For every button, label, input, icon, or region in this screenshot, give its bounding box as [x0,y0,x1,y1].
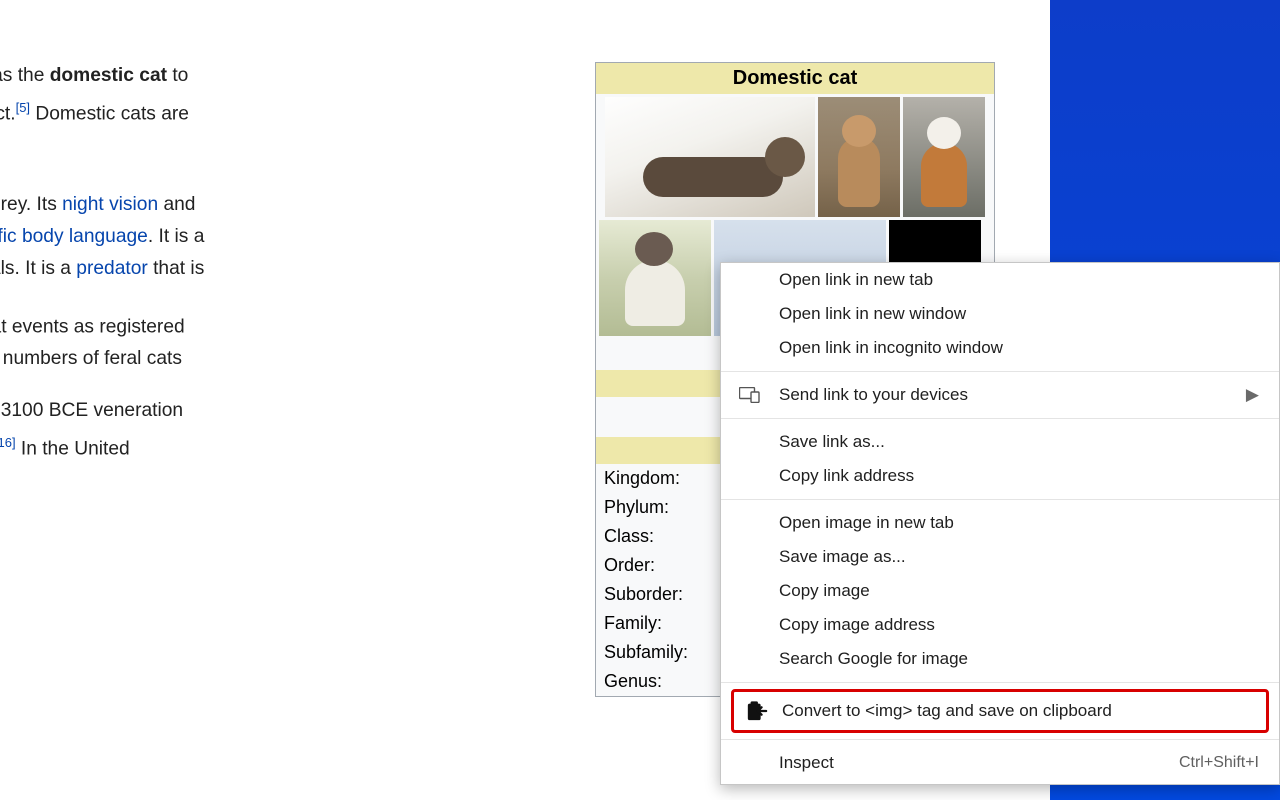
ctx-label: Save link as... [779,432,885,452]
ctx-open-image-new-tab[interactable]: Open image in new tab [721,506,1279,540]
ctx-label: Open link in new tab [779,270,933,290]
article-paragraph-2: actable claws adapted to killing small p… [0,189,570,285]
ctx-label: Inspect [779,753,834,773]
article-paragraph-1: family Felidae and is often referred to … [0,60,570,169]
ctx-label: Open image in new tab [779,513,954,533]
cat-body-shape [838,137,880,207]
ctx-save-image-as[interactable]: Save image as... [721,540,1279,574]
ctx-inspect[interactable]: Inspect Ctrl+Shift+I [721,746,1279,780]
ref-16[interactable]: [16] [0,435,16,450]
text: . It is a [148,226,205,247]
extension-clipboard-icon [746,701,768,721]
ctx-label: Copy image address [779,615,935,635]
ctx-open-link-new-window[interactable]: Open link in new window [721,297,1279,331]
infobox-image-tabby[interactable] [605,97,815,217]
ctx-label: Search Google for image [779,649,968,669]
classif-key: Family: [604,613,714,634]
ctx-copy-link-address[interactable]: Copy link address [721,459,1279,493]
ctx-separator [721,739,1279,740]
ctx-label: Open link in incognito window [779,338,1003,358]
ctx-separator [721,682,1279,683]
chevron-right-icon: ▶ [1246,385,1259,405]
classif-key: Phylum: [604,497,714,518]
link-body-language[interactable]: cat-specific body language [0,226,148,247]
ctx-open-link-new-tab[interactable]: Open link in new tab [721,263,1279,297]
cat-head-shape [635,232,673,266]
cat-head-shape [765,137,805,177]
ctx-send-to-devices[interactable]: Send link to your devices ▶ [721,378,1279,412]
infobox-image-siamese[interactable] [599,220,711,336]
text: Domestic cats are bred and shown at even… [0,316,185,337]
ctx-shortcut: Ctrl+Shift+I [1179,754,1259,772]
classif-key: Class: [604,526,714,547]
cat-body-shape [625,260,685,326]
cat-body-shape [643,157,783,197]
devices-icon [739,385,761,405]
text: and other small mammals. It is a [0,258,76,279]
infobox-image-abyssinian[interactable] [818,97,900,217]
cat-head-shape [842,115,876,147]
ctx-highlighted-item: Convert to <img> tag and save on clipboa… [731,689,1269,733]
text: Domestic cats are [30,103,189,124]
page-root: family Felidae and is often referred to … [0,0,1280,800]
ctx-label: Send link to your devices [779,385,968,405]
infobox-image-row1 [596,94,994,220]
ctx-label: Convert to <img> tag and save on clipboa… [782,701,1112,721]
context-menu: Open link in new tab Open link in new wi… [720,262,1280,785]
classif-key: Genus: [604,671,714,692]
ctx-copy-image[interactable]: Copy image [721,574,1279,608]
text: to [167,65,188,86]
ref-5[interactable]: [5] [16,100,30,115]
article-paragraph-3: [9] Domestic cats are bred and shown at … [0,305,570,375]
ctx-label: Copy image [779,581,870,601]
text: , as since around 3100 BCE veneration [0,400,183,421]
ctx-search-google-image[interactable]: Search Google for image [721,642,1279,676]
infobox-image-orange-white[interactable] [903,97,985,217]
ctx-label: Copy link address [779,466,914,486]
ctx-label: Save image as... [779,547,906,567]
link-night-vision[interactable]: night vision [62,194,158,215]
bold-domestic-cat: domestic cat [50,65,167,86]
ctx-separator [721,418,1279,419]
ctx-separator [721,371,1279,372]
ctx-copy-image-address[interactable]: Copy image address [721,608,1279,642]
text: and [158,194,195,215]
text: In the United [16,439,130,460]
classif-key: Subfamily: [604,642,714,663]
classif-key: Order: [604,555,714,576]
link-predator[interactable]: predator [76,258,147,279]
cat-body-shape [921,143,967,207]
infobox-title: Domestic cat [596,63,994,94]
text: abandonment of pets, resulted in large n… [0,348,182,369]
classif-key: Suborder: [604,584,714,605]
text: ranges freely and avoids human contact. [0,103,16,124]
ctx-separator [721,499,1279,500]
article-body: family Felidae and is often referred to … [0,60,570,486]
ctx-save-link-as[interactable]: Save link as... [721,425,1279,459]
article-paragraph-4: ated in ancient Egypt, as since around 3… [0,395,570,465]
ctx-label: Open link in new window [779,304,966,324]
cat-head-shape [927,117,961,149]
text: and is often referred to as the [0,65,50,86]
classif-key: Kingdom: [604,468,714,489]
ctx-open-link-incognito[interactable]: Open link in incognito window [721,331,1279,365]
ctx-convert-img-tag[interactable]: Convert to <img> tag and save on clipboa… [734,692,1266,730]
text: adapted to killing small prey. Its [0,194,62,215]
text: that is [148,258,205,279]
